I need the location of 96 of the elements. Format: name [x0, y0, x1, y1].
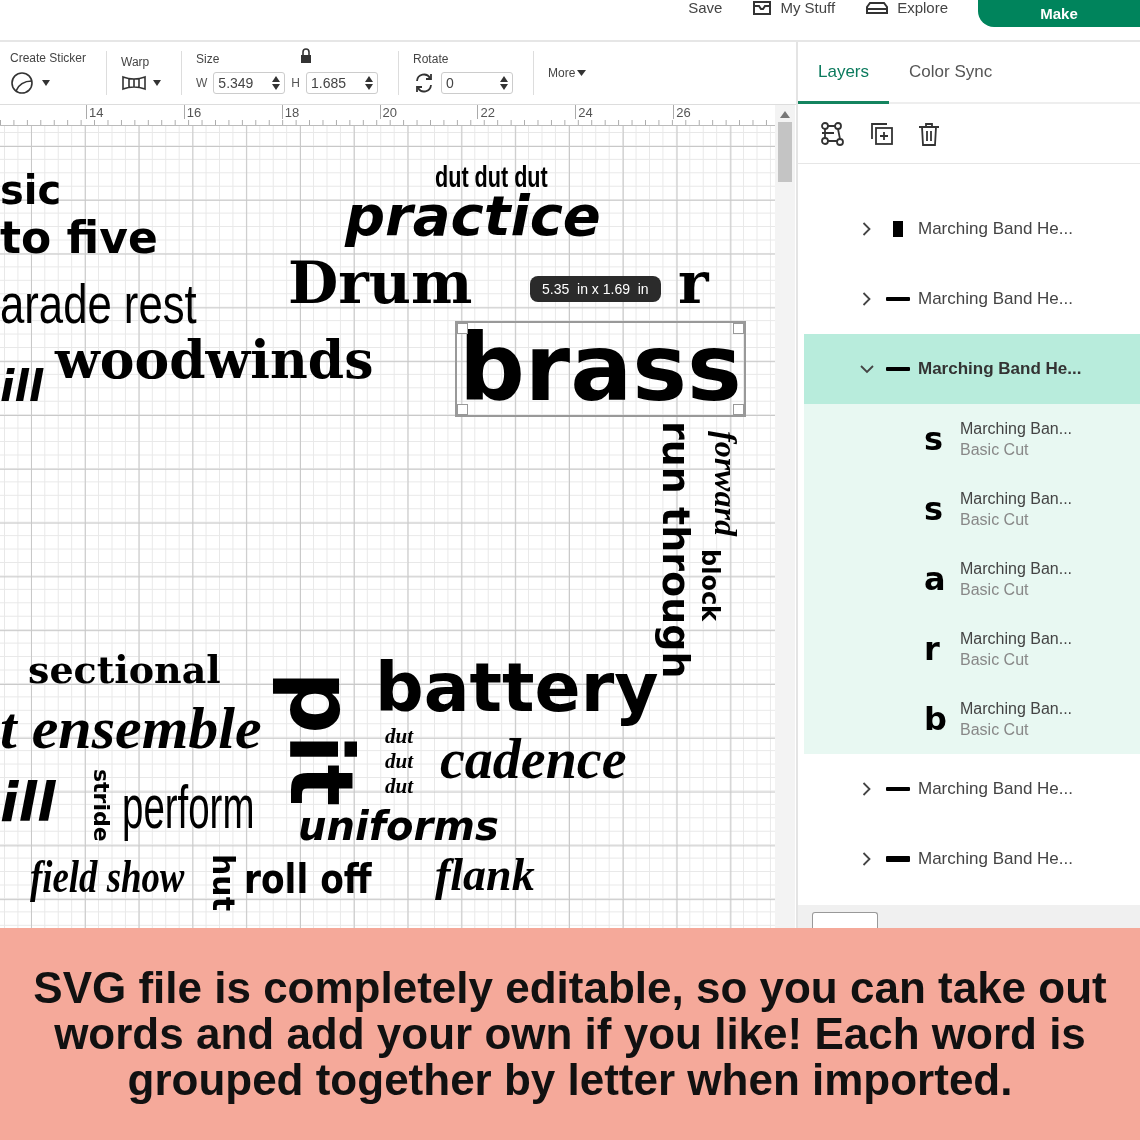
letter-thumbnail: b — [924, 703, 948, 735]
duplicate-icon[interactable] — [870, 121, 894, 146]
canvas-word[interactable]: flank — [435, 852, 535, 898]
layer-row[interactable]: Marching Band He... — [804, 754, 1140, 824]
cut-type: Basic Cut — [960, 720, 1030, 739]
canvas-word[interactable]: sic — [0, 170, 62, 210]
width-label: W — [196, 76, 208, 90]
canvas-word[interactable]: field show — [30, 854, 185, 900]
panel-tab[interactable]: Color Sync — [889, 42, 1013, 104]
letter-thumbnail: a — [924, 563, 947, 595]
layer-name: Marching Ban... — [960, 629, 1073, 648]
canvas-word[interactable]: sectional — [28, 651, 221, 689]
width-field[interactable]: 5.349 — [213, 72, 286, 94]
warp-icon — [121, 75, 148, 91]
warp-label: Warp — [121, 55, 151, 69]
layer-name: Marching Band He... — [918, 289, 1073, 309]
layer-name: Marching Band He... — [918, 779, 1073, 799]
canvas-word[interactable]: Drum — [288, 254, 473, 312]
caret-icon — [577, 70, 587, 76]
layer-name: Marching Band He... — [918, 359, 1082, 379]
thumbnail-icon — [893, 221, 903, 237]
canvas-word[interactable]: t ensemble — [0, 698, 262, 758]
spinner-icon — [500, 76, 509, 90]
layer-name: Marching Ban... — [960, 559, 1073, 578]
thumbnail-icon — [886, 787, 910, 791]
thumbnail-icon — [886, 367, 910, 371]
sublayer-row[interactable]: s Marching Ban... Basic Cut — [804, 404, 1140, 474]
thumbnail-icon — [886, 856, 910, 862]
canvas-word[interactable]: arade rest — [0, 276, 197, 332]
scrollbar-thumb[interactable] — [778, 122, 792, 182]
canvas-word[interactable]: dut — [385, 726, 413, 747]
scrollbar[interactable] — [775, 105, 795, 928]
layer-name: Marching Band He... — [918, 219, 1073, 239]
sublayer-row[interactable]: r Marching Ban... Basic Cut — [804, 614, 1140, 684]
canvas-word[interactable]: run through — [657, 421, 695, 679]
cut-type: Basic Cut — [960, 510, 1030, 529]
layer-row[interactable]: Marching Band He... — [804, 334, 1140, 404]
letter-thumbnail: r — [924, 633, 941, 665]
car-icon — [865, 1, 890, 15]
size-label: Size — [196, 52, 220, 66]
tray-icon — [752, 0, 773, 16]
cut-type: Basic Cut — [960, 580, 1030, 599]
scroll-up-icon[interactable] — [780, 111, 790, 118]
height-label: H — [291, 76, 301, 90]
layer-row[interactable]: Marching Band He... — [804, 194, 1140, 264]
nav-link[interactable]: Explore — [865, 0, 948, 16]
canvas-word[interactable]: uniforms — [298, 806, 499, 846]
spinner-icon — [365, 76, 374, 90]
caption-text: SVG file is completely editable, so you can take out words and add your own if you like! Each word is grouped together by letter when imported. — [32, 965, 1108, 1103]
footer-control[interactable] — [812, 912, 878, 928]
spinner-icon — [272, 76, 281, 90]
rotate-label: Rotate — [413, 52, 450, 66]
canvas-word[interactable]: block — [698, 549, 722, 622]
layer-row[interactable]: Marching Band He... — [804, 264, 1140, 334]
letter-thumbnail: s — [924, 423, 945, 455]
chevron-down-icon[interactable] — [860, 364, 874, 374]
canvas-word[interactable]: to five — [0, 216, 158, 260]
group-icon[interactable] — [820, 120, 846, 147]
warp-button[interactable] — [121, 75, 162, 91]
canvas-word[interactable]: forward — [710, 431, 742, 536]
canvas-word[interactable]: dut — [385, 776, 413, 797]
canvas-word[interactable]: stride — [90, 769, 112, 842]
canvas-word[interactable]: dut dut dut — [435, 162, 548, 192]
make-button[interactable]: Make — [978, 0, 1140, 27]
layer-row[interactable]: Marching Band He... — [804, 824, 1140, 894]
nav-link[interactable]: Save — [688, 0, 723, 16]
letter-thumbnail: s — [924, 493, 945, 525]
canvas-word[interactable]: ill — [0, 366, 44, 408]
height-field[interactable]: 1.685 — [306, 72, 379, 94]
selected-word[interactable]: brass — [455, 321, 746, 417]
canvas-word[interactable]: ill — [0, 776, 56, 830]
caret-icon — [42, 80, 50, 86]
layer-name: Marching Band He... — [918, 849, 1073, 869]
layer-name: Marching Ban... — [960, 489, 1073, 508]
sticker-icon — [10, 71, 36, 95]
caret-icon — [153, 80, 162, 86]
layer-name: Marching Ban... — [960, 419, 1073, 438]
canvas-word[interactable]: hut — [208, 854, 238, 912]
create-sticker-label: Create Sticker — [10, 51, 87, 65]
cut-type: Basic Cut — [960, 650, 1030, 669]
dimension-tooltip: 5.35 in x 1.69 in — [530, 276, 661, 302]
panel-tab[interactable]: Layers — [798, 42, 890, 104]
canvas-word[interactable]: roll off — [244, 859, 372, 899]
thumbnail-icon — [886, 297, 910, 301]
canvas-word[interactable]: woodwinds — [55, 334, 374, 386]
delete-icon[interactable] — [918, 121, 940, 146]
canvas-word[interactable]: r — [678, 254, 709, 312]
sublayer-row[interactable]: s Marching Ban... Basic Cut — [804, 474, 1140, 544]
nav-link[interactable]: My Stuff — [752, 0, 836, 16]
cut-type: Basic Cut — [960, 440, 1030, 459]
rotate-field[interactable]: 0 — [441, 72, 514, 94]
layer-name: Marching Ban... — [960, 699, 1073, 718]
more-button[interactable]: More — [548, 66, 587, 80]
lock-icon[interactable] — [299, 48, 314, 64]
canvas-word[interactable]: dut — [385, 751, 413, 772]
canvas-word[interactable]: cadence — [440, 731, 627, 787]
